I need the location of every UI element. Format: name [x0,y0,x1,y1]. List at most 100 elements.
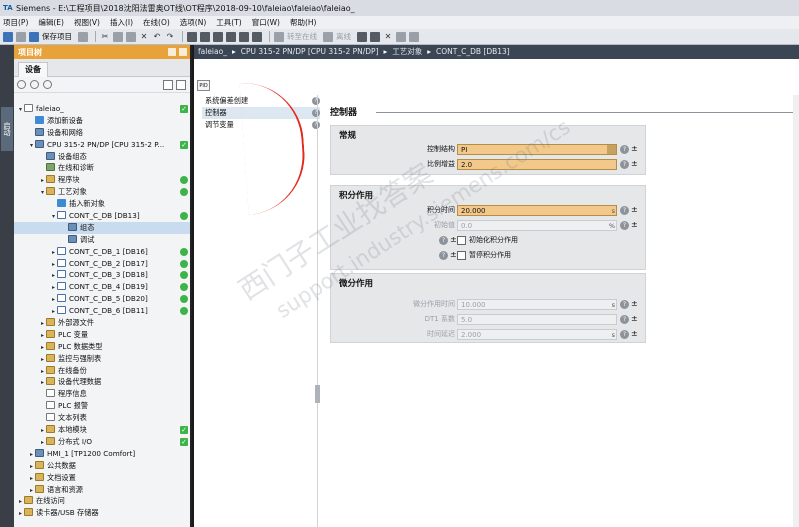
breadcrumb-db[interactable]: CONT_C_DB [DB13] [436,47,510,56]
pin-icon[interactable]: ± [631,329,638,339]
tree-item[interactable]: 程序信息 [14,388,190,400]
menu-view[interactable]: 视图(V) [74,17,100,28]
tree-item[interactable]: ▸ PLC 数据类型 [14,341,190,353]
undo-icon[interactable]: ↶ [152,32,162,42]
tree-item[interactable]: 设备和网络 [14,127,190,139]
menu-project[interactable]: 项目(P) [3,17,28,28]
go-offline-icon[interactable] [323,31,333,42]
upload-icon[interactable] [213,31,223,42]
tree-item[interactable]: ▸ CONT_C_DB_5 [DB20] [14,293,190,305]
help-icon[interactable]: ? [439,251,448,260]
pin-icon[interactable]: ± [631,159,638,169]
stop-cpu-icon[interactable] [252,31,262,42]
breadcrumb-tech-objects[interactable]: 工艺对象 [392,47,422,56]
tree-item[interactable]: 组态 [14,221,190,234]
tree-item[interactable]: ▸ 读卡器/USB 存储器 [14,507,190,519]
breadcrumb-cpu[interactable]: CPU 315-2 PN/DP [CPU 315-2 PN/DP] [241,47,379,56]
simulation-icon[interactable] [226,31,236,42]
new-group-icon[interactable] [17,80,26,89]
tree-item[interactable]: ▸ 程序块 [14,174,190,186]
close-view-icon[interactable]: ✕ [383,32,393,42]
splitter-handle[interactable] [315,385,320,403]
nav-splitter[interactable] [315,95,320,527]
chevron-down-icon[interactable] [607,145,616,154]
init-integral-checkbox[interactable] [457,236,466,245]
tree-item[interactable]: ▸ 在线访问 [14,495,190,507]
start-portal-tab[interactable]: 启动 [1,107,13,151]
tree-item[interactable]: ▸ CONT_C_DB_3 [DB18] [14,269,190,281]
delete-icon[interactable]: ✕ [139,32,149,42]
functional-view-icon[interactable]: PID [197,80,210,91]
help-icon[interactable]: ? [312,121,320,129]
open-project-icon[interactable] [16,31,26,42]
pin-icon[interactable]: ± [450,235,457,245]
panel-dock-icon[interactable] [168,48,176,56]
split-horizontal-icon[interactable] [396,31,406,42]
help-icon[interactable]: ? [312,97,320,105]
initial-value-input[interactable]: 0.0% [457,220,617,231]
pin-icon[interactable]: ± [631,205,638,215]
paste-icon[interactable] [126,31,136,42]
derivative-time-input[interactable]: 10.000 s [457,299,617,310]
tree-item[interactable]: ▸ 设备代理数据 [14,376,190,388]
go-online-button[interactable]: 转至在线 [287,31,317,42]
collapse-arrow-icon[interactable]: ▸ [17,508,24,520]
tree-item[interactable]: ▸ CONT_C_DB_6 [DB11] [14,305,190,317]
tree-item[interactable]: ▸ CONT_C_DB_1 [DB16] [14,246,190,258]
forward-icon[interactable] [43,80,52,89]
pin-icon[interactable]: ± [631,314,638,324]
tab-devices[interactable]: 设备 [18,62,48,77]
pin-icon[interactable]: ± [450,250,457,260]
tree-item[interactable]: 设备组态 [14,151,190,163]
help-icon[interactable]: ? [620,206,629,215]
tree-item[interactable]: ▸ 监控与强制表 [14,353,190,365]
download-icon[interactable] [200,31,210,42]
help-icon[interactable]: ? [620,315,629,324]
print-icon[interactable] [78,31,88,42]
tree-item[interactable]: ▸ CONT_C_DB_2 [DB17] [14,258,190,270]
tree-item[interactable]: PLC 报警 [14,400,190,412]
help-icon[interactable]: ? [620,145,629,154]
tree-item[interactable]: ▸ 在线备份 [14,365,190,377]
detail-view-icon[interactable] [163,80,173,90]
tree-item[interactable]: ▸ 本地模块 ✓ [14,424,190,436]
copy-icon[interactable] [113,31,123,42]
redo-icon[interactable]: ↷ [165,32,175,42]
sync-icon[interactable] [176,80,186,90]
cut-icon[interactable]: ✂ [100,32,110,42]
menu-edit[interactable]: 编辑(E) [38,17,64,28]
help-icon[interactable]: ? [620,300,629,309]
control-structure-select[interactable]: PI [457,144,617,155]
tree-item[interactable]: ▸ 文档设置 [14,472,190,484]
tree-item[interactable]: ▸ CONT_C_DB_4 [DB19] [14,281,190,293]
help-icon[interactable]: ? [312,109,320,117]
go-offline-button[interactable]: 离线 [336,31,351,42]
pin-icon[interactable]: ± [631,299,638,309]
menu-insert[interactable]: 插入(I) [110,17,133,28]
save-icon[interactable] [29,31,39,42]
menu-online[interactable]: 在线(O) [143,17,170,28]
help-icon[interactable]: ? [439,236,448,245]
proportional-gain-input[interactable]: 2.0 [457,159,617,170]
tree-item[interactable]: ▸ 分布式 I/O ✓ [14,436,190,448]
tree-item[interactable]: ▾ CPU 315-2 PN/DP [CPU 315-2 P... ✓ [14,139,190,151]
tree-item[interactable]: ▾ faleiao_ ✓ [14,103,190,115]
pin-icon[interactable]: ± [631,220,638,230]
accessible-devices-icon[interactable] [357,31,367,42]
tree-item[interactable]: 添加新设备 [14,115,190,127]
split-vertical-icon[interactable] [409,31,419,42]
tree-item[interactable]: ▸ 外部源文件 [14,317,190,329]
save-project-button[interactable]: 保存项目 [42,31,72,42]
compile-icon[interactable] [187,31,197,42]
panel-collapse-icon[interactable] [179,48,187,56]
time-lag-input[interactable]: 2.000 s [457,329,617,340]
tree-item[interactable]: ▸ HMI_1 [TP1200 Comfort] [14,448,190,460]
tree-item[interactable]: ▸ 公共数据 [14,460,190,472]
help-icon[interactable]: ? [620,221,629,230]
tree-item[interactable]: ▾ 工艺对象 [14,186,190,198]
start-cpu-icon[interactable] [239,31,249,42]
help-icon[interactable]: ? [620,160,629,169]
tree-item[interactable]: ▸ 语言和资源 [14,484,190,496]
vertical-scrollbar[interactable] [793,95,799,527]
breadcrumb-project[interactable]: faleiao_ [198,47,227,56]
